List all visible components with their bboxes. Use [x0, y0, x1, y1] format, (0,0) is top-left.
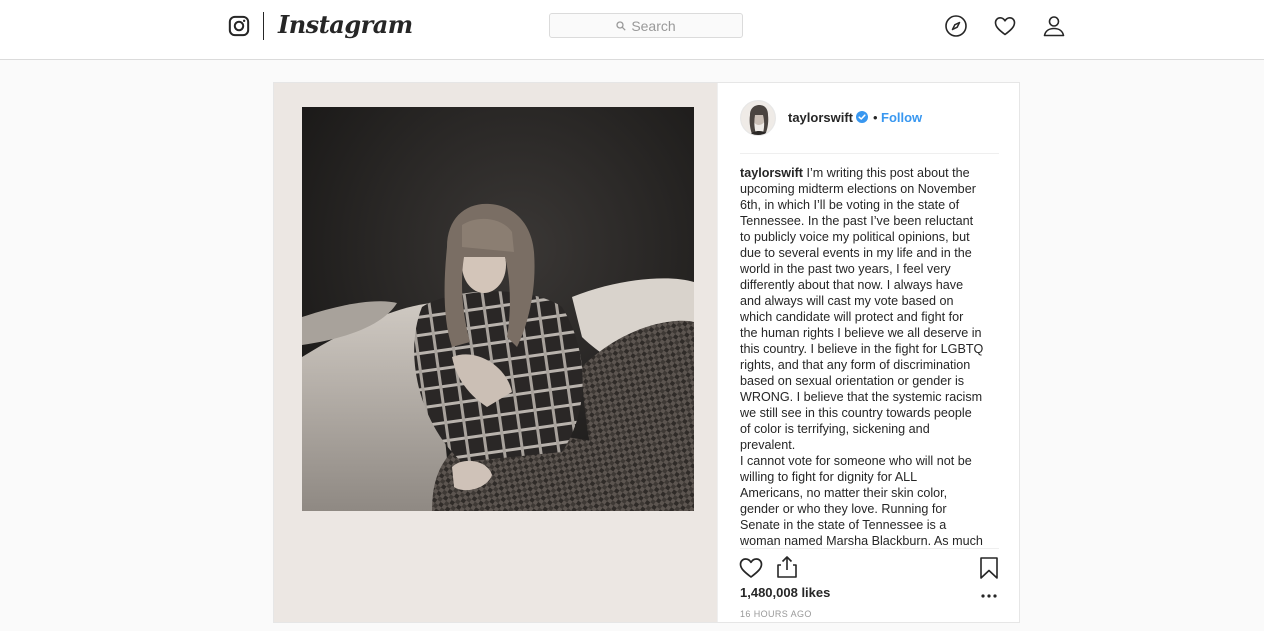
actions-divider	[740, 548, 999, 549]
caption-text: upcoming midterm elections on November	[740, 182, 976, 196]
caption-line: world in the past two years, I feel very	[740, 261, 1002, 277]
caption-text: 6th, in which I’ll be voting in the stat…	[740, 198, 960, 212]
caption-line: I cannot vote for someone who will not b…	[740, 453, 1002, 469]
caption-line: based on sexual orientation or gender is	[740, 373, 1002, 389]
caption-line: differently about that now. I always hav…	[740, 277, 1002, 293]
search-placeholder: Search	[631, 17, 676, 34]
caption-text: to publicly voice my political opinions,…	[740, 230, 970, 244]
caption-line: we still see in this country towards peo…	[740, 405, 1002, 421]
caption-username[interactable]: taylorswift	[740, 166, 803, 180]
caption-line: prevalent.	[740, 437, 1002, 453]
caption-text: based on sexual orientation or gender is	[740, 374, 965, 388]
logo-divider	[263, 12, 264, 40]
polaroid-image	[302, 107, 694, 511]
post-caption: taylorswift I’m writing this post about …	[740, 165, 1002, 546]
caption-text: gender or who they love. Running for	[740, 502, 947, 516]
profile-icon[interactable]	[1042, 14, 1066, 38]
caption-text: willing to fight for dignity for ALL	[740, 470, 918, 484]
heart-icon[interactable]	[993, 14, 1017, 38]
post-side-panel: taylorswift • Follow taylorswift I’m wri…	[717, 83, 1019, 622]
caption-text: I cannot vote for someone who will not b…	[740, 454, 972, 468]
caption-line: the human rights I believe we all deserv…	[740, 325, 1002, 341]
caption-text: and always will cast my vote based on	[740, 294, 954, 308]
caption-line: Americans, no matter their skin color,	[740, 485, 1002, 501]
caption-line: gender or who they love. Running for	[740, 501, 1002, 517]
portrait-illustration	[302, 107, 694, 511]
compass-icon[interactable]	[944, 14, 968, 38]
more-options-icon[interactable]	[980, 591, 998, 601]
top-nav: Instagram Search	[0, 0, 1264, 60]
separator-dot: •	[873, 110, 878, 125]
caption-text: which candidate will protect and fight f…	[740, 310, 964, 324]
likes-count[interactable]: 1,480,008 likes	[740, 585, 830, 600]
caption-line: Senate in the state of Tennessee is a	[740, 517, 1002, 533]
caption-line: upcoming midterm elections on November	[740, 181, 1002, 197]
post-photo[interactable]	[274, 83, 718, 622]
post-username[interactable]: taylorswift	[788, 110, 853, 125]
avatar[interactable]	[740, 100, 776, 136]
caption-line: 6th, in which I’ll be voting in the stat…	[740, 197, 1002, 213]
caption-line: and always will cast my vote based on	[740, 293, 1002, 309]
caption-text: Tennessee. In the past I’ve been relucta…	[740, 214, 974, 228]
follow-button[interactable]: Follow	[881, 110, 922, 125]
caption-line: WRONG. I believe that the systemic racis…	[740, 389, 1002, 405]
caption-line: Tennessee. In the past I’ve been relucta…	[740, 213, 1002, 229]
header-divider	[740, 153, 999, 154]
caption-line: taylorswift I’m writing this post about …	[740, 165, 1002, 181]
caption-text: Senate in the state of Tennessee is a	[740, 518, 947, 532]
caption-text: the human rights I believe we all deserv…	[740, 326, 982, 340]
caption-text: I’m writing this post about the	[802, 166, 970, 180]
like-heart-icon[interactable]	[738, 555, 764, 581]
search-input[interactable]: Search	[549, 13, 743, 38]
caption-line: to publicly voice my political opinions,…	[740, 229, 1002, 245]
caption-text: this country. I believe in the fight for…	[740, 342, 984, 356]
caption-text: we still see in this country towards peo…	[740, 406, 972, 420]
caption-text: Americans, no matter their skin color,	[740, 486, 948, 500]
caption-line: which candidate will protect and fight f…	[740, 309, 1002, 325]
instagram-wordmark[interactable]: Instagram	[278, 10, 413, 39]
caption-text: differently about that now. I always hav…	[740, 278, 964, 292]
post-header: taylorswift • Follow	[718, 83, 1020, 153]
caption-line: of color is terrifying, sickening and	[740, 421, 1002, 437]
caption-text: prevalent.	[740, 438, 796, 452]
caption-text: rights, and that any form of discriminat…	[740, 358, 971, 372]
post-timestamp[interactable]: 16 HOURS AGO	[740, 609, 812, 619]
caption-text: of color is terrifying, sickening and	[740, 422, 930, 436]
caption-text: woman named Marsha Blackburn. As much	[740, 534, 983, 546]
caption-line: rights, and that any form of discriminat…	[740, 357, 1002, 373]
search-icon	[616, 20, 626, 31]
caption-line: willing to fight for dignity for ALL	[740, 469, 1002, 485]
caption-text: world in the past two years, I feel very	[740, 262, 951, 276]
caption-line: woman named Marsha Blackburn. As much	[740, 533, 1002, 546]
camera-logo-icon[interactable]	[228, 15, 250, 37]
post-card: taylorswift • Follow taylorswift I’m wri…	[273, 82, 1020, 623]
caption-text: due to several events in my life and in …	[740, 246, 972, 260]
caption-line: due to several events in my life and in …	[740, 245, 1002, 261]
caption-text: WRONG. I believe that the systemic racis…	[740, 390, 983, 404]
verified-badge-icon	[856, 111, 868, 123]
share-icon[interactable]	[774, 554, 800, 580]
bookmark-icon[interactable]	[976, 555, 1002, 581]
caption-line: this country. I believe in the fight for…	[740, 341, 1002, 357]
